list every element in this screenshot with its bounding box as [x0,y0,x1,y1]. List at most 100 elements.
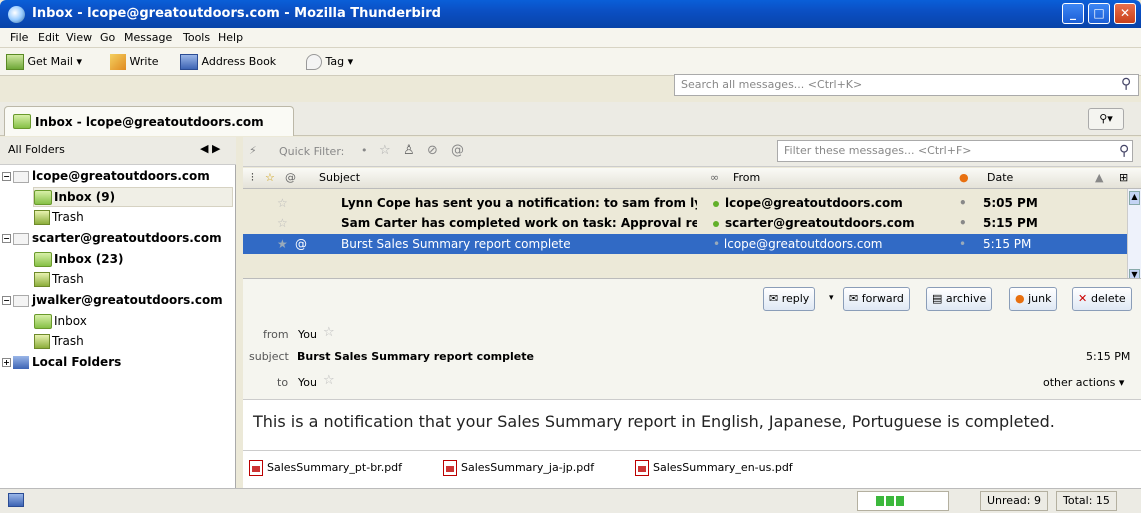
folder-trash-lcope[interactable]: Trash [34,208,84,226]
collapse-icon[interactable]: − [2,172,11,181]
column-subject[interactable]: Subject [319,171,360,184]
tab-inbox[interactable]: Inbox - lcope@greatoutdoors.com [4,106,294,136]
pdf-icon [443,460,457,476]
menu-go[interactable]: Go [100,31,115,44]
subject-value: Burst Sales Summary report complete [297,350,534,363]
menu-message[interactable]: Message [124,31,172,44]
message-body: This is a notification that your Sales S… [243,400,1141,450]
message-row[interactable]: ☆ Lynn Cope has sent you a notification:… [243,193,1127,213]
attachment-item[interactable]: SalesSummary_ja-jp.pdf [443,460,594,476]
inbox-icon [34,314,52,329]
get-mail-button[interactable]: Get Mail ▾ [6,52,82,72]
column-from[interactable]: From [733,171,760,184]
star-icon[interactable]: ★ [277,234,288,254]
message-row-selected[interactable]: ★ @ Burst Sales Summary report complete … [243,234,1127,254]
column-picker-icon[interactable]: ⊞ [1119,171,1128,184]
quick-filter-icon[interactable]: ⚡ [249,144,257,157]
offline-status-icon[interactable] [8,493,24,507]
scroll-up-icon[interactable]: ▲ [1129,191,1140,205]
tag-filter-icon[interactable]: ⊘ [427,143,438,158]
message-row[interactable]: ☆ Sam Carter has completed work on task:… [243,213,1127,233]
reply-button[interactable]: ✉ reply [763,287,816,311]
inbox-icon [34,190,52,205]
forward-button[interactable]: ✉ forward [843,287,910,311]
menu-bar: File Edit View Go Message Tools Help [0,28,1141,48]
junk-button[interactable]: ● junk [1009,287,1058,311]
account-icon [13,232,29,245]
write-button[interactable]: Write [110,52,159,72]
search-menu-button[interactable]: ⚲▾ [1088,108,1124,130]
to-value[interactable]: You [298,376,317,389]
correspondent-column-icon[interactable]: ∞ [710,171,719,184]
thread-column-header: ⫶ ☆ @ Subject ∞ From ● Date ▲ ⊞ [243,168,1141,189]
attachment-filter-icon[interactable]: @ [451,143,464,158]
computer-icon [13,356,29,369]
account-scarter[interactable]: − scarter@greatoutdoors.com [2,229,222,247]
other-actions-button[interactable]: other actions ▾ [1043,376,1124,389]
contact-filter-icon[interactable]: ♙ [403,143,415,158]
star-icon[interactable]: ☆ [277,213,288,233]
folder-inbox-jwalker[interactable]: Inbox [34,312,87,330]
chevron-down-icon[interactable]: ▾ [76,55,82,68]
to-label: to [277,376,289,389]
title-bar: Inbox - lcope@greatoutdoors.com - Mozill… [0,0,1141,28]
attachment-icon: @ [295,237,307,251]
local-folders[interactable]: + Local Folders [2,353,121,371]
folder-trash-jwalker[interactable]: Trash [34,332,84,350]
progress-meter [857,491,949,511]
quick-filter-bar: ⚡ Quick Filter: • ☆ ♙ ⊘ @ Filter these m… [243,137,1141,167]
attachment-item[interactable]: SalesSummary_en-us.pdf [635,460,793,476]
search-icon[interactable]: ⚲ [1121,76,1131,92]
thunderbird-icon [8,6,25,23]
attachment-item[interactable]: SalesSummary_pt-br.pdf [249,460,402,476]
star-column-icon[interactable]: ☆ [265,171,275,184]
quick-filter-label: Quick Filter: [279,145,345,158]
folder-inbox-lcope[interactable]: Inbox (9) [33,187,233,207]
attachment-column-icon[interactable]: @ [285,171,296,184]
junk-column-icon[interactable]: ● [959,171,969,184]
unread-dot-icon [713,200,719,207]
minimize-button[interactable]: _ [1062,3,1084,24]
collapse-icon[interactable]: − [2,296,11,305]
menu-view[interactable]: View [66,31,92,44]
filter-messages-input[interactable]: Filter these messages... <Ctrl+F> [777,140,1133,162]
column-date[interactable]: Date [987,171,1013,184]
message-time: 5:15 PM [1086,350,1131,363]
address-book-button[interactable]: Address Book [180,52,276,72]
account-icon [13,294,29,307]
delete-icon: ✕ [1078,292,1092,305]
close-button[interactable]: ✕ [1114,3,1136,24]
reply-icon: ✉ [769,292,782,305]
menu-help[interactable]: Help [218,31,243,44]
folder-nav-arrows[interactable]: ◀ ▶ [200,142,220,155]
star-icon[interactable]: ☆ [323,325,335,340]
thread-column-icon[interactable]: ⫶ [251,171,254,185]
inbox-icon [13,114,31,129]
account-lcope[interactable]: − lcope@greatoutdoors.com [2,167,210,185]
reply-dropdown-icon[interactable]: ▾ [829,293,834,303]
message-list-scrollbar[interactable]: ▲ ▼ [1127,189,1141,289]
tag-button[interactable]: Tag ▾ [306,52,353,72]
archive-button[interactable]: ▤ archive [926,287,993,311]
message-header-pane: ✉ reply ▾ ✉ forward ▤ archive ● junk ✕ d… [243,278,1141,400]
starred-filter-icon[interactable]: ☆ [379,143,391,158]
from-label: from [263,328,289,341]
menu-file[interactable]: File [10,31,28,44]
menu-tools[interactable]: Tools [183,31,210,44]
collapse-icon[interactable]: − [2,234,11,243]
expand-icon[interactable]: + [2,358,11,367]
from-value[interactable]: You [298,328,317,341]
menu-edit[interactable]: Edit [38,31,59,44]
maximize-button[interactable]: □ [1088,3,1110,24]
account-jwalker[interactable]: − jwalker@greatoutdoors.com [2,291,223,309]
star-icon[interactable]: ☆ [277,193,288,213]
delete-button[interactable]: ✕ delete [1072,287,1132,311]
folder-trash-scarter[interactable]: Trash [34,270,84,288]
unread-filter-icon[interactable]: • [361,144,368,157]
forward-icon: ✉ [849,292,862,305]
trash-icon [34,334,50,349]
global-search-input[interactable]: Search all messages... <Ctrl+K> [674,74,1139,96]
folder-inbox-scarter[interactable]: Inbox (23) [34,250,123,268]
star-icon[interactable]: ☆ [323,373,335,388]
write-icon [110,54,126,70]
